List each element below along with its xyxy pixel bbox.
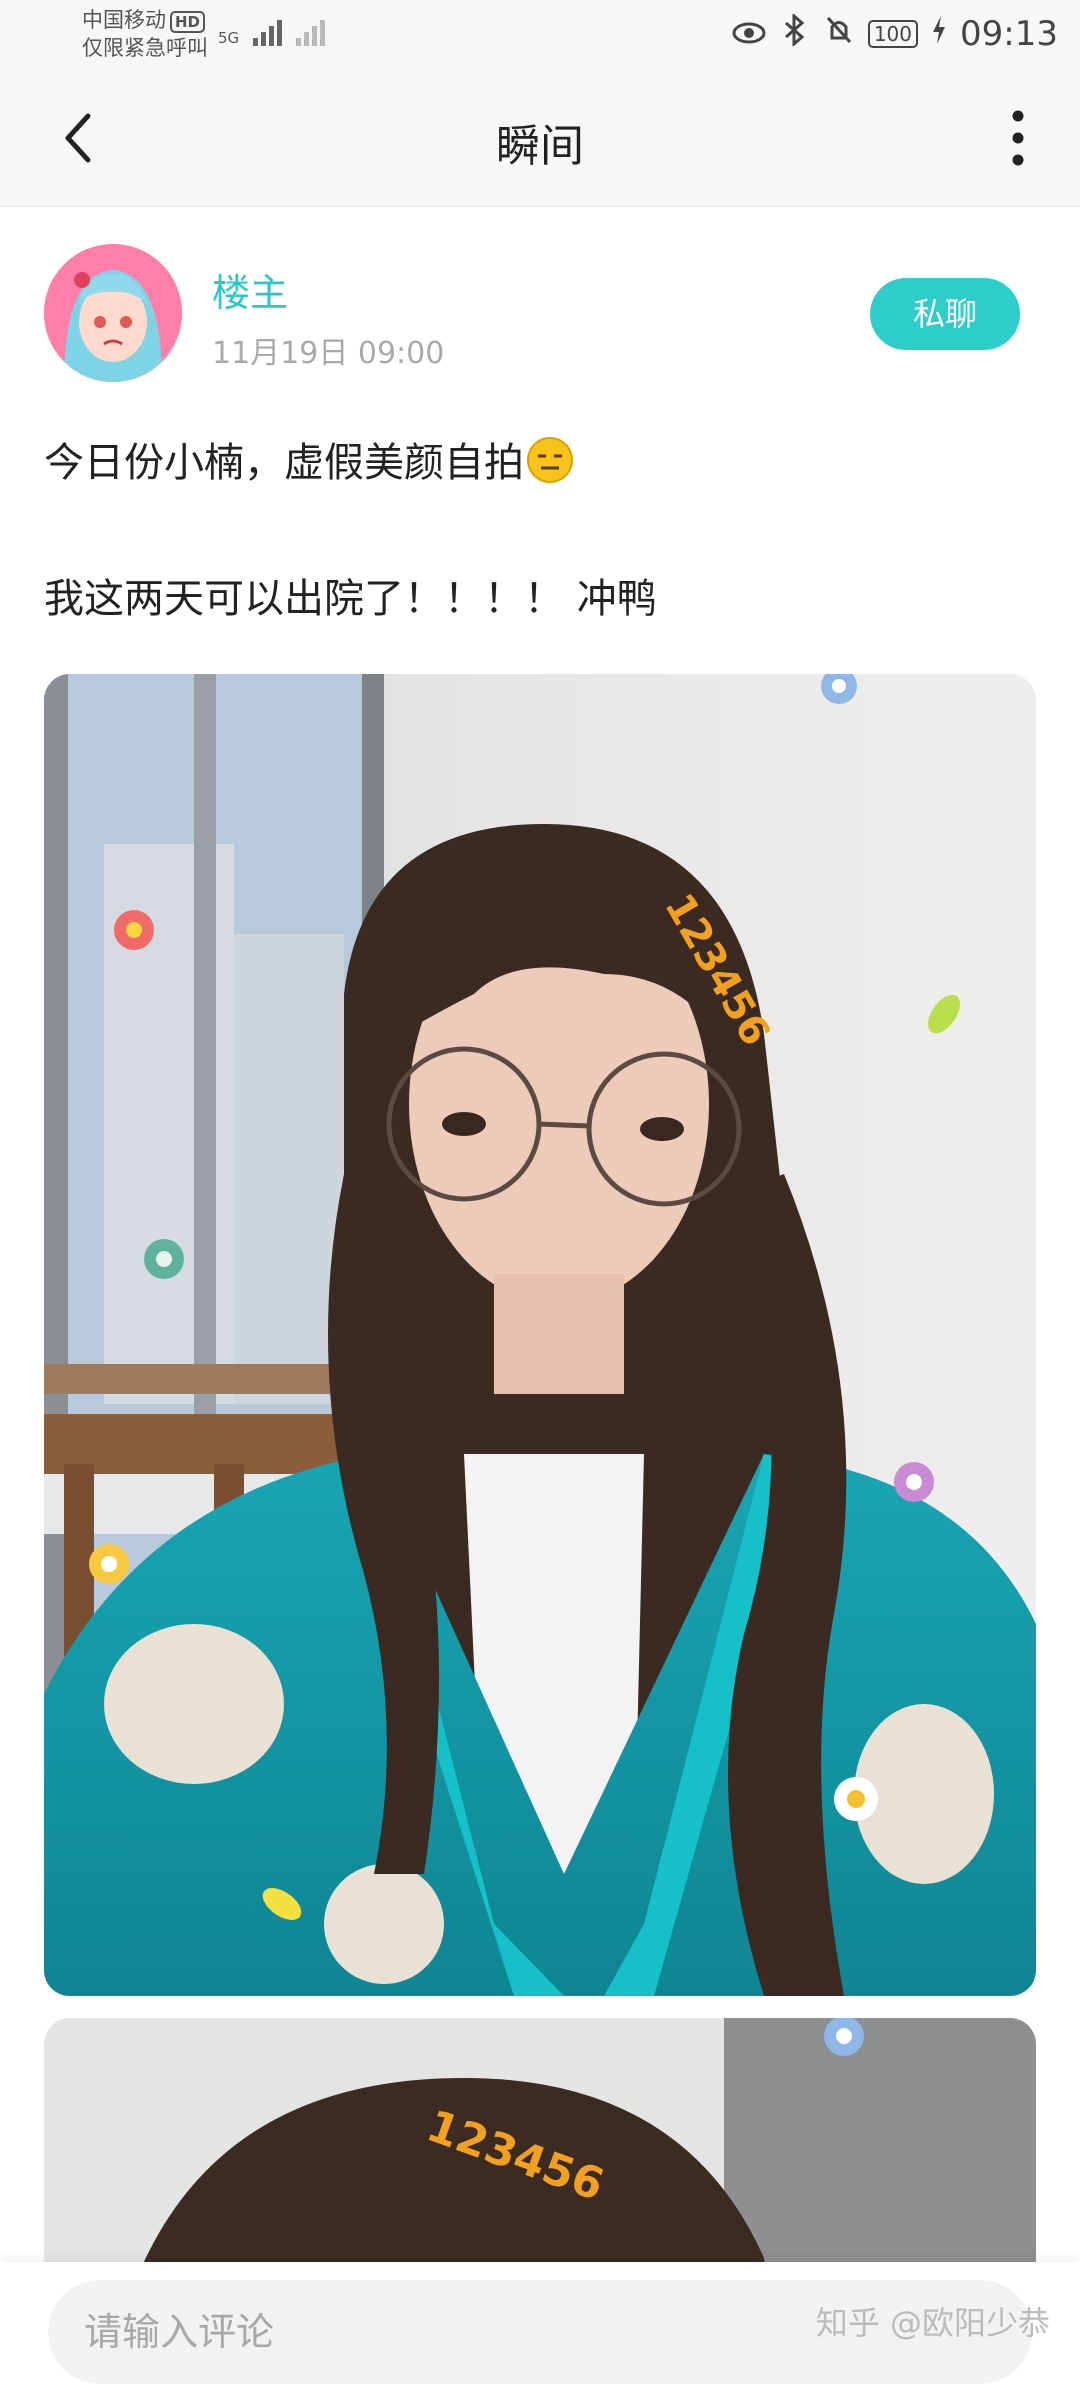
charging-icon [932,15,946,53]
signal-icon [253,20,283,46]
eye-icon [732,15,766,53]
network-type: 5G [218,29,240,47]
post-date: 11月19日 09:00 [212,336,445,371]
status-bar: 中国移动 HD 仅限紧急呼叫 5G 100 09:13 [0,0,1080,70]
system-icons: 100 09:13 [732,12,1058,54]
hd-badge: HD [170,11,206,33]
signal-2-icon [296,20,326,46]
watermark: 知乎 @欧阳少恭 [815,2304,1050,2342]
carrier-info: 中国移动 HD 仅限紧急呼叫 [82,6,208,62]
avatar[interactable] [44,244,182,382]
private-chat-button[interactable]: 私聊 [870,278,1020,350]
post-text-line1: 今日份小楠，虚假美颜自拍 [44,430,574,494]
post-photo-1[interactable]: 123456 [44,674,1036,1996]
page-title: 瞬间 [496,121,584,172]
battery-level: 100 [867,20,919,48]
author-name[interactable]: 楼主 [212,262,288,317]
more-button[interactable] [988,106,1048,170]
bluetooth-icon [780,12,810,54]
post-text-line2: 我这两天可以出院了！！！！ 冲鸭 [44,576,657,622]
post-text: 今日份小楠，虚假美颜自拍 [44,440,524,486]
emergency-text: 仅限紧急呼叫 [82,36,208,60]
carrier-name: 中国移动 [82,8,166,32]
clock: 09:13 [960,14,1058,54]
mute-icon [824,14,854,54]
top-bar: 瞬间 [0,70,1080,207]
more-icon [1012,110,1024,166]
expressionless-emoji-icon [526,436,574,494]
signal-indicators: 5G [218,20,326,47]
